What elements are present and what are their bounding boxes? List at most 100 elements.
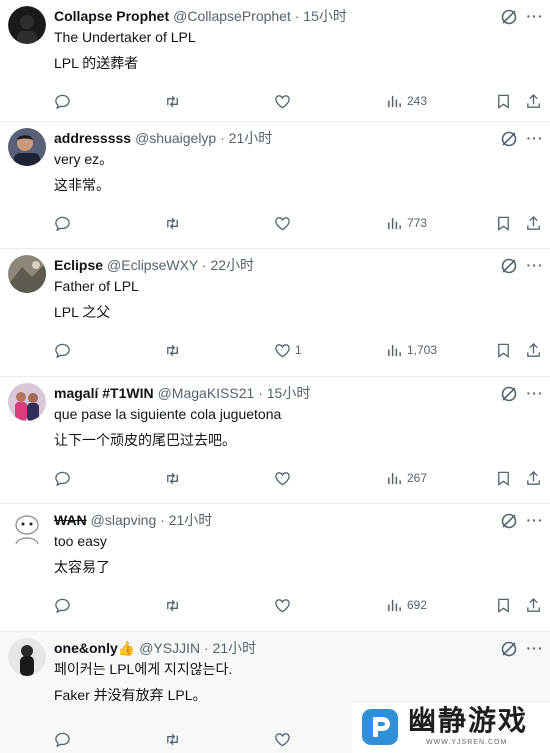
tweet-header: WAN @slapving · 21小时 <box>54 510 490 530</box>
share-icon <box>527 215 540 230</box>
more-icon[interactable]: ··· <box>526 385 544 403</box>
tweet[interactable]: WAN @slapving · 21小时 ··· too easy 太容易了 69… <box>0 504 550 632</box>
avatar[interactable] <box>8 510 46 548</box>
tweet-header: magalí #T1WIN @MagaKISS21 · 15小时 <box>54 383 490 403</box>
tweet-header: addresssss @shuaigelyp · 21小时 <box>54 128 490 148</box>
retweet-button[interactable] <box>164 595 181 615</box>
action-bar: 243 <box>0 91 550 111</box>
grok-icon[interactable] <box>500 130 518 148</box>
share-button[interactable] <box>525 91 542 111</box>
reply-button[interactable] <box>54 91 71 111</box>
watermark-logo-icon <box>362 709 398 745</box>
avatar[interactable] <box>8 255 46 293</box>
more-icon[interactable]: ··· <box>526 512 544 530</box>
bookmark-button[interactable] <box>495 340 512 360</box>
action-bar: 692 <box>0 595 550 615</box>
reply-button[interactable] <box>54 595 71 615</box>
tweet-text-line: 페이커는 LPL에게 지지않는다. <box>54 661 233 677</box>
heart-icon <box>275 343 290 357</box>
more-icon[interactable]: ··· <box>526 257 544 275</box>
views-button[interactable]: 692 <box>386 595 427 615</box>
tweet[interactable]: addresssss @shuaigelyp · 21小时 ··· very ez… <box>0 122 550 249</box>
retweet-button[interactable] <box>164 91 181 111</box>
bookmark-button[interactable] <box>495 468 512 488</box>
display-name[interactable]: WAN <box>54 512 87 528</box>
bookmark-button[interactable] <box>495 213 512 233</box>
display-name[interactable]: addresssss <box>54 130 131 146</box>
more-icon[interactable]: ··· <box>526 130 544 148</box>
share-button[interactable] <box>525 340 542 360</box>
action-bar: 773 <box>0 213 550 233</box>
reply-icon <box>55 216 70 231</box>
display-name[interactable]: one&only👍 <box>54 640 135 656</box>
grok-icon[interactable] <box>500 8 518 26</box>
retweet-button[interactable] <box>164 213 181 233</box>
share-icon <box>527 342 540 357</box>
reply-button[interactable] <box>54 729 71 749</box>
grok-icon[interactable] <box>500 385 518 403</box>
grok-icon[interactable] <box>500 512 518 530</box>
handle-time[interactable]: @slapving · 21小时 <box>91 512 213 528</box>
reply-button[interactable] <box>54 340 71 360</box>
handle-time[interactable]: @shuaigelyp · 21小时 <box>135 130 272 146</box>
reply-button[interactable] <box>54 213 71 233</box>
tweet-text-line: que pase la siguiente cola juguetona <box>54 406 282 422</box>
grok-icon[interactable] <box>500 640 518 658</box>
like-button[interactable] <box>274 595 295 615</box>
views-button[interactable]: 267 <box>386 468 427 488</box>
tweet-text-line: The Undertaker of LPL <box>54 29 196 45</box>
tweet-translation-line: Faker 并没有放弃 LPL。 <box>54 687 207 703</box>
views-button[interactable]: 243 <box>386 91 427 111</box>
tweet-text-line: very ez。 <box>54 151 114 167</box>
like-button[interactable] <box>274 213 295 233</box>
retweet-button[interactable] <box>164 729 181 749</box>
views-button[interactable]: 1,703 <box>386 340 437 360</box>
share-icon <box>527 470 540 485</box>
avatar[interactable] <box>8 638 46 676</box>
handle-time[interactable]: @EclipseWXY · 22小时 <box>107 257 254 273</box>
share-button[interactable] <box>525 213 542 233</box>
bookmark-button[interactable] <box>495 91 512 111</box>
tweet-translation-line: LPL 的送葬者 <box>54 55 139 71</box>
reply-icon <box>55 343 70 358</box>
views-icon <box>388 472 401 484</box>
retweet-icon <box>167 217 178 229</box>
display-name[interactable]: Eclipse <box>54 257 103 273</box>
reply-icon <box>55 598 70 613</box>
grok-icon[interactable] <box>500 257 518 275</box>
view-count: 1,703 <box>407 343 438 357</box>
tweet-header: Eclipse @EclipseWXY · 22小时 <box>54 255 490 275</box>
like-button[interactable] <box>274 91 295 111</box>
handle-time[interactable]: @YSJJIN · 21小时 <box>139 640 256 656</box>
share-button[interactable] <box>525 595 542 615</box>
reply-feed: Collapse Prophet @CollapseProphet · 15小时 … <box>0 0 550 753</box>
display-name[interactable]: magalí #T1WIN <box>54 385 154 401</box>
tweet[interactable]: Collapse Prophet @CollapseProphet · 15小时 … <box>0 0 550 122</box>
tweet[interactable]: magalí #T1WIN @MagaKISS21 · 15小时 ··· que … <box>0 377 550 504</box>
tweet-translation-line: 太容易了 <box>54 559 110 575</box>
avatar[interactable] <box>8 6 46 44</box>
retweet-button[interactable] <box>164 340 181 360</box>
like-button[interactable] <box>274 729 295 749</box>
more-icon[interactable]: ··· <box>526 640 544 658</box>
view-count: 267 <box>407 471 428 485</box>
retweet-button[interactable] <box>164 468 181 488</box>
view-count: 692 <box>407 598 428 612</box>
more-icon[interactable]: ··· <box>526 8 544 26</box>
share-button[interactable] <box>525 468 542 488</box>
views-icon <box>388 344 401 356</box>
handle-time[interactable]: @MagaKISS21 · 15小时 <box>158 385 311 401</box>
action-bar: 1 1,703 <box>0 340 550 360</box>
reply-button[interactable] <box>54 468 71 488</box>
like-button[interactable] <box>274 468 295 488</box>
views-button[interactable]: 773 <box>386 213 427 233</box>
view-count: 243 <box>407 94 428 108</box>
handle-time[interactable]: @CollapseProphet · 15小时 <box>173 8 347 24</box>
like-button[interactable]: 1 <box>274 340 302 360</box>
avatar[interactable] <box>8 383 46 421</box>
retweet-icon <box>167 599 178 611</box>
display-name[interactable]: Collapse Prophet <box>54 8 169 24</box>
avatar[interactable] <box>8 128 46 166</box>
bookmark-button[interactable] <box>495 595 512 615</box>
tweet[interactable]: Eclipse @EclipseWXY · 22小时 ··· Father of … <box>0 249 550 377</box>
